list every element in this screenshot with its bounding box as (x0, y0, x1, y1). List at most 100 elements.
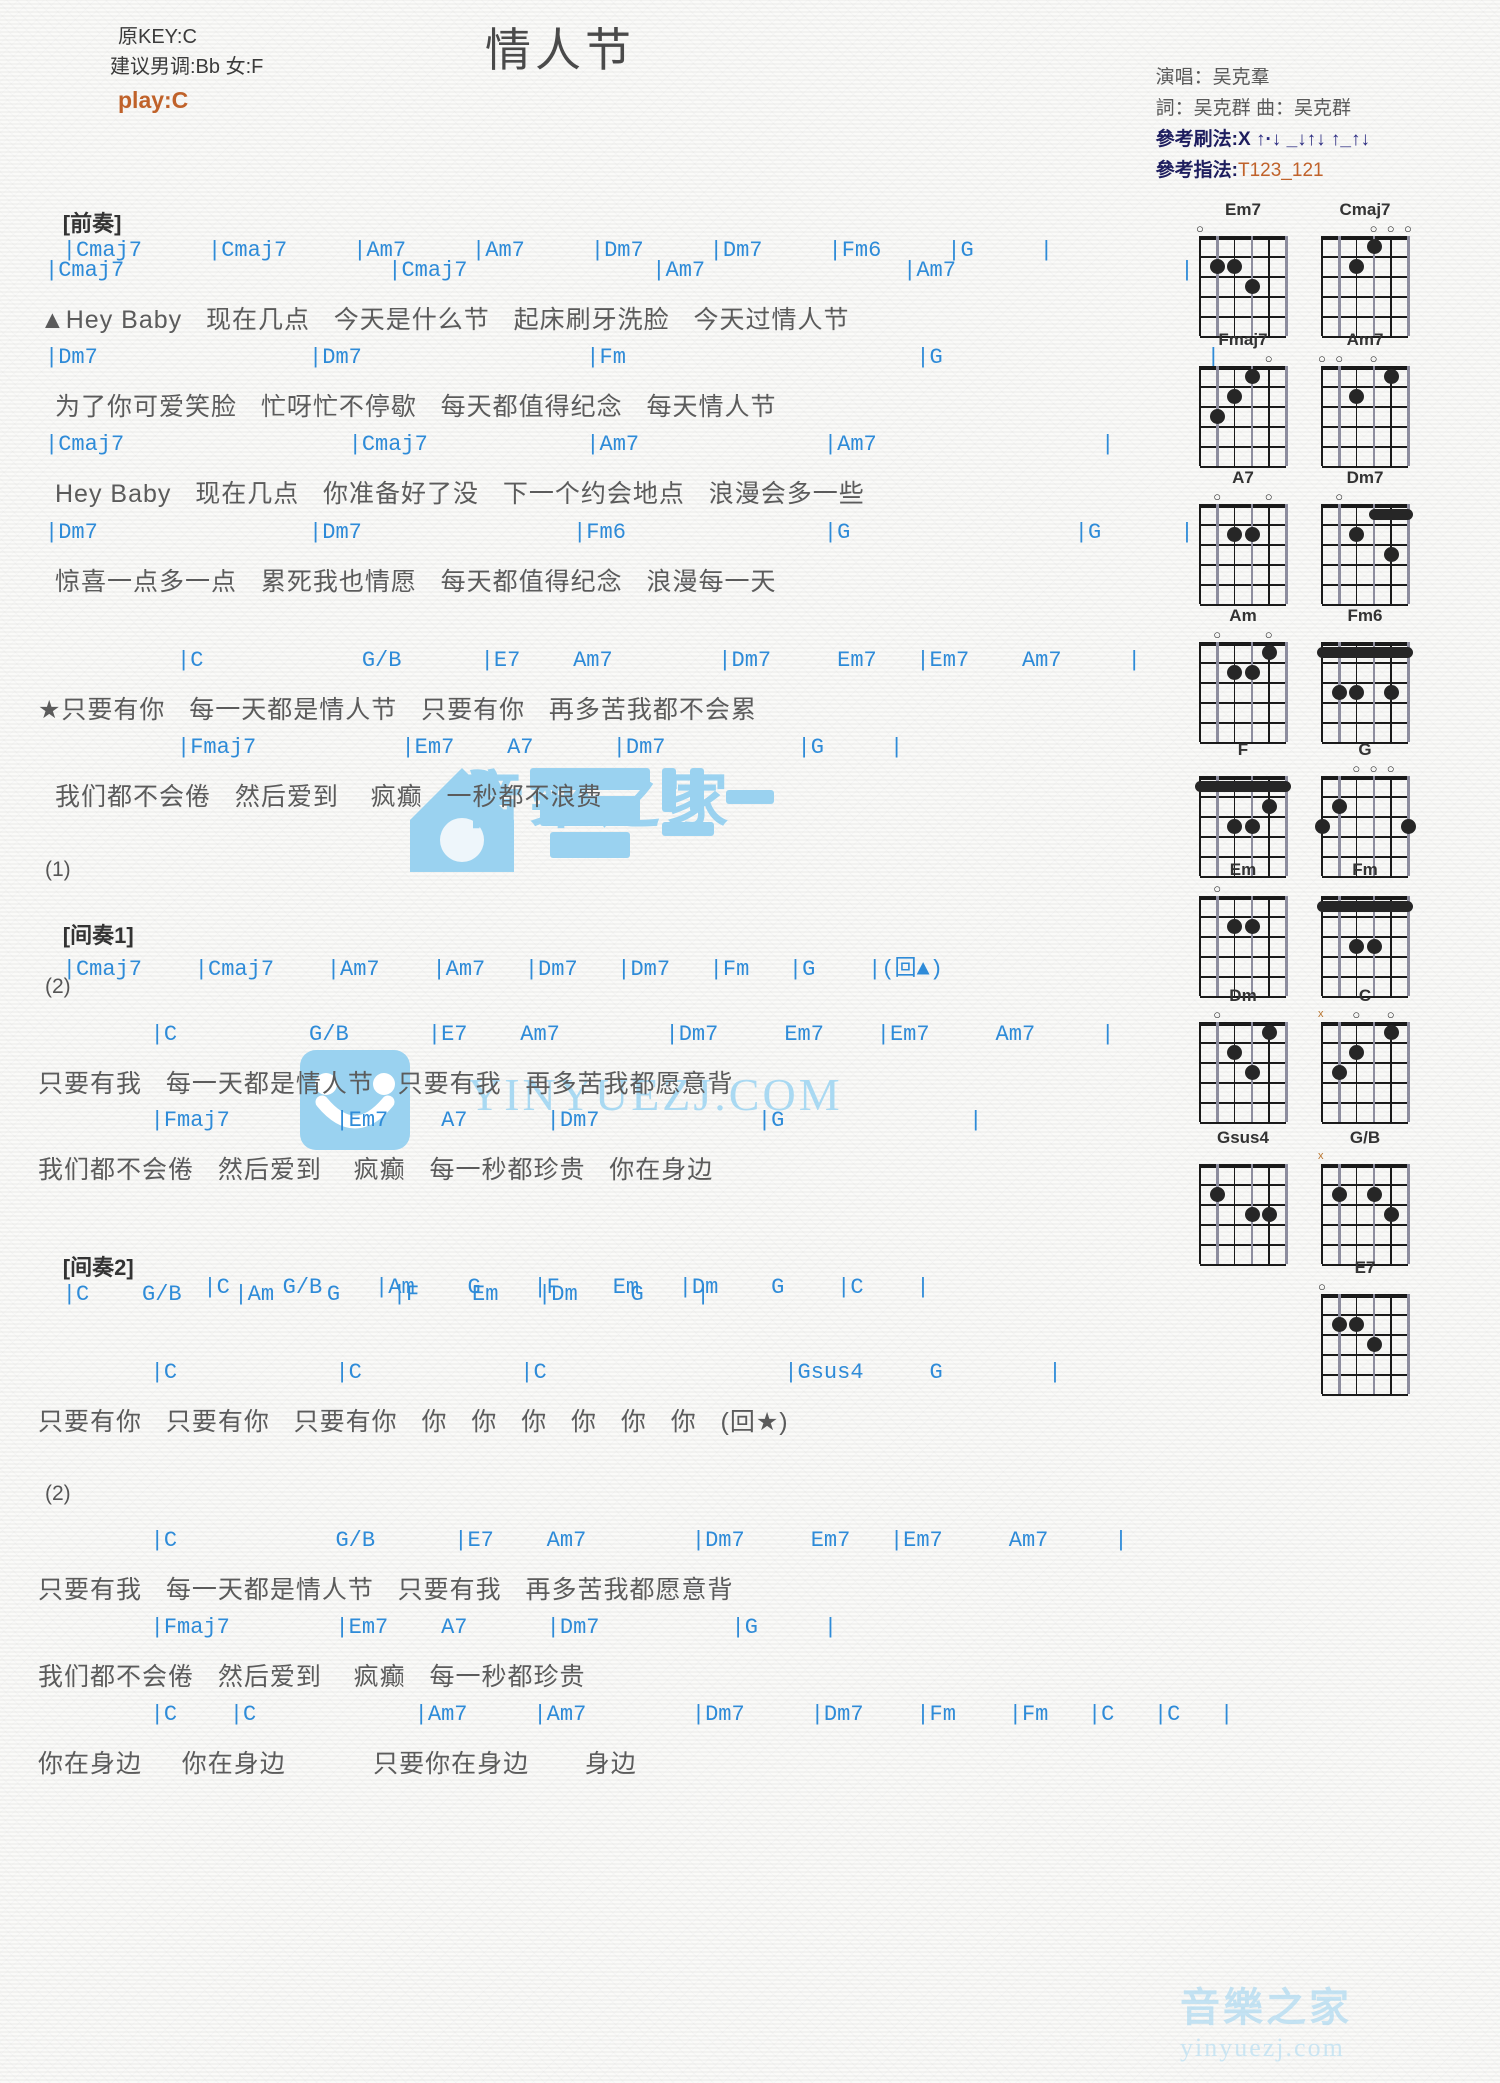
finger-dot (1332, 799, 1348, 814)
fretboard-grid (1199, 1164, 1288, 1266)
string-line (1268, 504, 1270, 604)
fret-line (1200, 976, 1286, 978)
lyric-line: 我们都不会倦 然后爱到 疯癫 每一秒都珍贵 你在身边 (38, 1156, 714, 1184)
string-line (1285, 642, 1288, 742)
fret-line (1200, 816, 1286, 818)
fretboard-grid (1317, 896, 1413, 998)
fret-line (1322, 702, 1408, 704)
chord-diagram-g: G ○ ○ ○ (1315, 740, 1416, 878)
fret-line (1322, 446, 1408, 448)
finger-dot (1244, 919, 1260, 934)
open-string-markers: ○ ○ (1193, 628, 1293, 642)
fret-line (1322, 722, 1408, 724)
chord-line: |Fmaj7 |Em7 A7 |Dm7 |G | (45, 735, 904, 760)
string-line (1321, 236, 1323, 336)
lyric-line: 我们都不会倦 然后爱到 疯癫 每一秒都珍贵 (38, 1663, 586, 1691)
open-string-markers: ○ (1315, 1280, 1415, 1294)
fret-line (1200, 584, 1286, 586)
fret-line (1322, 682, 1408, 684)
chord-diagram-dm7: Dm7 ○ (1315, 468, 1415, 606)
string-line (1338, 1164, 1341, 1264)
open-string-markers: ○ ○ ○ (1315, 222, 1415, 236)
repeat-number: (2) (45, 1482, 71, 1505)
nut (1322, 1164, 1408, 1168)
finger-dot (1244, 527, 1260, 542)
open-string-icon: ○ (1213, 489, 1222, 504)
lyric-line: ★只要有你 每一天都是情人节 只要有你 再多苦我都不会累 (38, 696, 757, 724)
string-line (1407, 236, 1410, 336)
fret-line (1200, 406, 1286, 408)
string-line (1355, 504, 1358, 604)
chord-diagram-label: Am7 (1346, 330, 1384, 349)
fret-line (1200, 702, 1286, 704)
finger-dot (1210, 409, 1226, 424)
string-line (1285, 896, 1288, 996)
open-string-markers: ○ ○ x (1315, 1008, 1415, 1022)
strum-pattern-row: 參考刷法:X ↑·↓ _↓↑↓ ↑_↑↓ (1156, 124, 1370, 155)
fret-line (1322, 1184, 1408, 1186)
fret-line (1322, 1224, 1408, 1226)
fret-line (1200, 564, 1286, 566)
lyric-line: 只要有我 每一天都是情人节 只要有我 再多苦我都愿意背 (38, 1576, 734, 1604)
open-string-markers (1193, 762, 1293, 776)
finger-dot (1332, 1187, 1348, 1202)
finger-dot (1383, 1207, 1399, 1222)
lyric-line: 我们都不会倦 然后爱到 疯癫 一秒都不浪费 (55, 783, 603, 811)
fingerstyle-label: 參考指法: (1155, 160, 1238, 181)
fret-line (1322, 524, 1408, 526)
string-line (1390, 236, 1392, 336)
finger-dot (1366, 239, 1382, 254)
finger-dot (1227, 919, 1243, 934)
fret-line (1200, 1082, 1286, 1084)
string-line (1199, 1164, 1201, 1264)
string-line (1233, 504, 1236, 604)
fret-line (1200, 1244, 1286, 1246)
string-line (1372, 1164, 1376, 1264)
muted-string-icon: x (1318, 1150, 1324, 1162)
chord-diagram-label: E7 (1354, 1258, 1376, 1277)
strum-pattern: ↑·↓ _↓↑↓ ↑_↑↓ (1255, 129, 1370, 150)
fret-line (1322, 1082, 1408, 1084)
fret-line (1322, 1244, 1408, 1246)
finger-dot (1383, 1025, 1399, 1040)
fret-line (1200, 446, 1286, 448)
open-string-icon: ○ (1404, 221, 1412, 236)
string-line (1338, 504, 1341, 604)
fretboard-grid (1321, 366, 1410, 468)
string-line (1407, 1294, 1410, 1394)
string-line (1268, 896, 1270, 996)
string-line (1216, 1022, 1219, 1122)
open-string-icon: ○ (1369, 351, 1378, 366)
string-line (1216, 642, 1219, 742)
muted-string-icon: x (1318, 1008, 1324, 1020)
chord-diagram-label: G/B (1349, 1128, 1381, 1147)
fretboard-grid (1321, 504, 1413, 606)
open-string-icon: ○ (1386, 1007, 1395, 1022)
singer-credit: 演唱：吴克羣 (1155, 67, 1270, 88)
open-string-icon: ○ (1369, 761, 1378, 776)
chord-line: |Dm7 |Dm7 |Fm6 |G |G | (45, 520, 1194, 545)
fret-line (1200, 682, 1286, 684)
fretboard-grid (1199, 896, 1288, 998)
finger-dot (1366, 1337, 1382, 1352)
string-line (1372, 366, 1376, 466)
fret-line (1200, 524, 1286, 526)
nut (1322, 504, 1408, 508)
finger-dot (1332, 685, 1348, 700)
fret-line (1322, 976, 1408, 978)
finger-dot (1227, 819, 1243, 834)
string-line (1216, 1164, 1219, 1264)
chord-diagram-gsus4: Gsus4 (1193, 1128, 1293, 1266)
chord-diagram-label: A7 (1232, 468, 1254, 487)
section-tag-intro: [前奏] (62, 211, 122, 236)
finger-dot (1349, 1317, 1365, 1332)
chord-diagram-label: G (1358, 740, 1372, 759)
barre-marker (1195, 781, 1291, 792)
open-string-icon: ○ (1352, 1007, 1361, 1022)
string-line (1233, 642, 1236, 742)
chord-line: |C G/B |E7 Am7 |Dm7 Em7 |Em7 Am7 | (45, 648, 1141, 673)
chord-line: |Cmaj7 |Cmaj7 |Am7 |Am7 | (45, 258, 1194, 283)
chord-diagram-label: Gsus4 (1217, 1128, 1269, 1147)
string-line (1321, 366, 1323, 466)
fretboard-grid (1317, 642, 1413, 744)
